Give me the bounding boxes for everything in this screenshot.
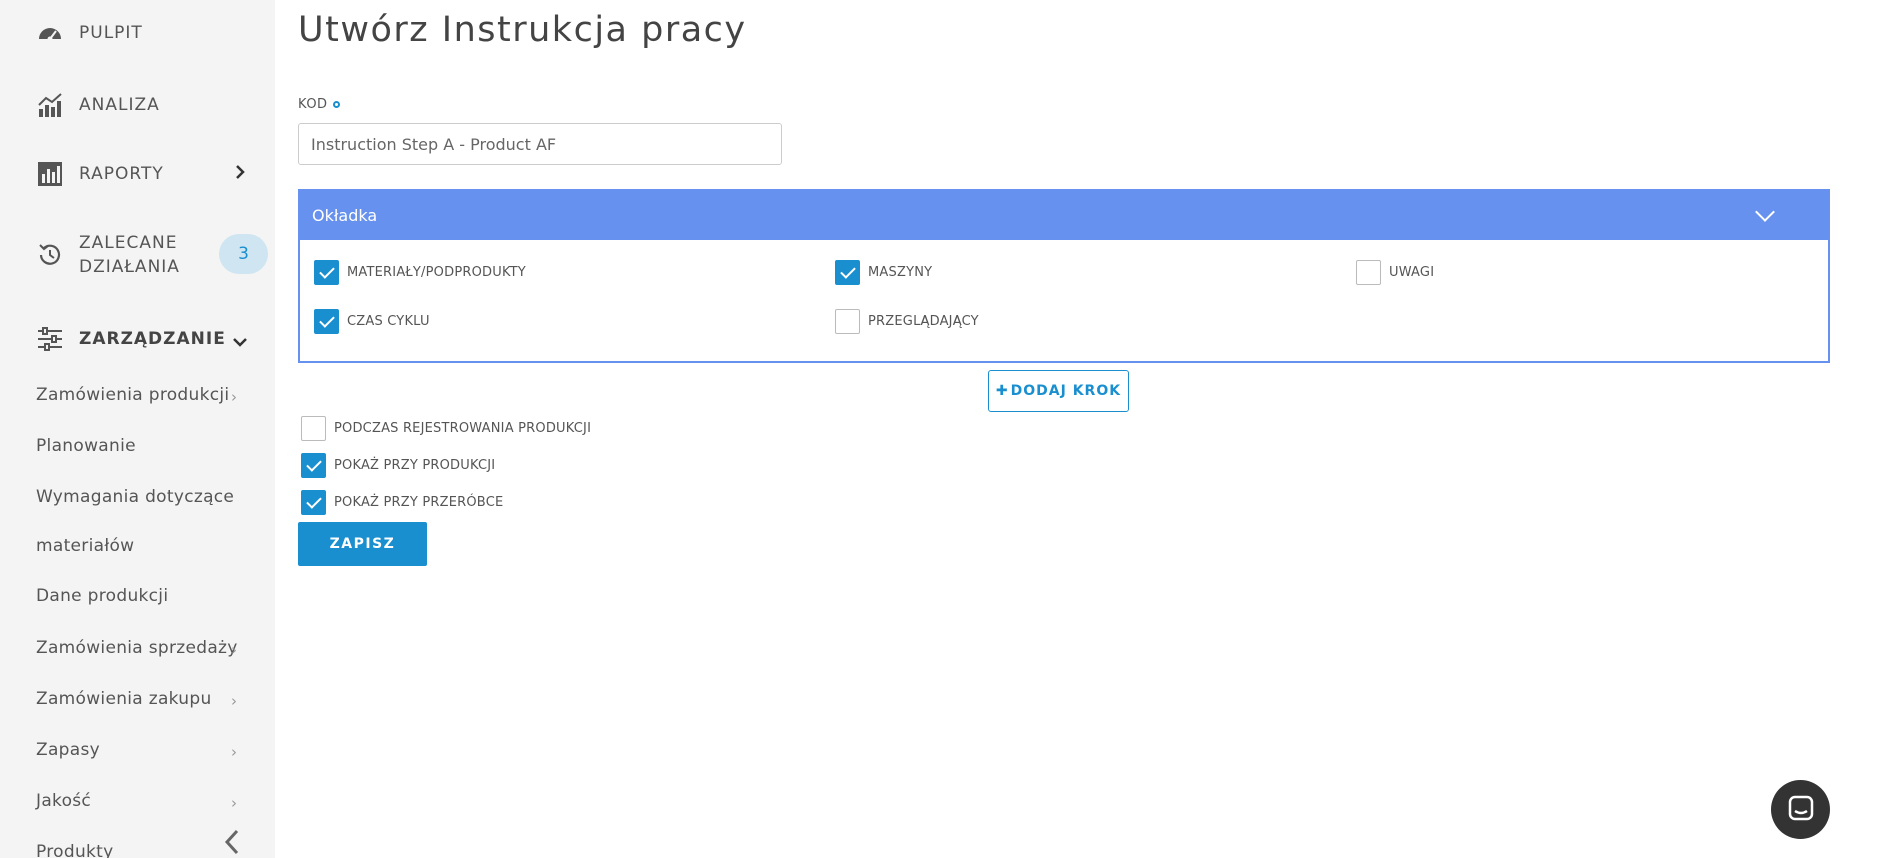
checkbox-notes[interactable]: UWAGI <box>1356 260 1434 285</box>
chat-launcher-button[interactable] <box>1771 780 1830 839</box>
checkbox-label: MATERIAŁY/PODPRODUKTY <box>347 265 526 280</box>
sidebar-item-sales-orders[interactable]: Zamówienia sprzedaży <box>36 638 238 658</box>
recommended-count-badge: 3 <box>219 234 268 274</box>
nav-analysis-label: ANALIZA <box>79 95 160 115</box>
checkbox-materials[interactable]: MATERIAŁY/PODPRODUKTY <box>314 260 526 285</box>
nav-reports-label: RAPORTY <box>79 164 164 184</box>
checkbox-reviewers[interactable]: PRZEGLĄDAJĄCY <box>835 309 979 334</box>
required-indicator-icon <box>332 101 340 108</box>
checkbox-label: MASZYNY <box>868 265 933 280</box>
nav-management[interactable]: ZARZĄDZANIE <box>36 325 226 353</box>
save-button[interactable]: ZAPISZ <box>298 522 427 566</box>
sidebar-item-purchase-orders[interactable]: Zamówienia zakupu <box>36 689 212 709</box>
nav-recommended-actions[interactable]: ZALECANE DZIAŁANIA <box>36 231 180 279</box>
checkbox-box[interactable] <box>314 309 339 334</box>
checkbox-cycle-time[interactable]: CZAS CYKLU <box>314 309 430 334</box>
checkbox-machines[interactable]: MASZYNY <box>835 260 932 285</box>
kod-input[interactable] <box>298 123 782 165</box>
sidebar-item-inventory[interactable]: Zapasy <box>36 740 100 760</box>
checkbox-box[interactable] <box>835 260 860 285</box>
nav-reports[interactable]: RAPORTY <box>36 160 164 188</box>
analytics-chart-icon <box>36 91 64 119</box>
report-icon <box>36 160 64 188</box>
sidebar-item-material-requirements-cont[interactable]: materiałów <box>36 536 134 556</box>
cover-panel: Okładka <box>298 189 1830 363</box>
sidebar-item-quality[interactable]: Jakość <box>36 791 91 811</box>
chevron-right-icon[interactable]: › <box>231 692 237 710</box>
nav-dashboard[interactable]: PULPIT <box>36 19 143 47</box>
kod-label: KOD <box>298 97 340 112</box>
sidebar-item-products[interactable]: Produkty <box>36 842 114 858</box>
chevron-right-icon[interactable] <box>234 164 246 185</box>
page-title: Utwórz Instrukcja pracy <box>298 10 747 50</box>
chevron-right-icon[interactable]: › <box>231 388 237 406</box>
add-step-button[interactable]: ✚ DODAJ KROK <box>988 370 1129 412</box>
nav-dashboard-label: PULPIT <box>79 23 143 43</box>
nav-analysis[interactable]: ANALIZA <box>36 91 160 119</box>
sidebar-item-production-orders[interactable]: Zamówienia produkcji <box>36 385 229 405</box>
checkbox-box[interactable] <box>314 260 339 285</box>
sidebar-item-production-data[interactable]: Dane produkcji <box>36 586 168 606</box>
chevron-right-icon[interactable]: › <box>231 641 237 659</box>
history-icon <box>36 241 64 269</box>
checkbox-box[interactable] <box>1356 260 1381 285</box>
nav-recommended-label-line1: ZALECANE <box>79 233 178 253</box>
collapse-sidebar-icon[interactable] <box>224 828 240 858</box>
sidebar: PULPIT ANALIZA RAPORTY ZALECANE DZIAŁANI… <box>0 0 275 858</box>
checkbox-show-in-rework[interactable]: POKAŻ PRZY PRZERÓBCE <box>301 490 503 515</box>
cover-panel-header[interactable]: Okładka <box>300 191 1828 240</box>
checkbox-label: UWAGI <box>1389 265 1435 280</box>
checkbox-label: CZAS CYKLU <box>347 314 430 329</box>
chat-icon <box>1787 794 1815 826</box>
chevron-down-icon[interactable] <box>232 332 248 353</box>
sidebar-item-planning[interactable]: Planowanie <box>36 436 136 456</box>
speedometer-icon <box>36 19 64 47</box>
sidebar-item-material-requirements[interactable]: Wymagania dotyczące <box>36 487 234 507</box>
checkbox-label: PODCZAS REJESTROWANIA PRODUKCJI <box>334 421 592 436</box>
checkbox-box[interactable] <box>301 453 326 478</box>
cover-panel-title: Okładka <box>312 206 378 225</box>
nav-management-label: ZARZĄDZANIE <box>79 329 226 349</box>
chevron-right-icon[interactable]: › <box>231 794 237 812</box>
checkbox-box[interactable] <box>301 490 326 515</box>
plus-icon: ✚ <box>995 383 1009 399</box>
checkbox-label: POKAŻ PRZY PRZERÓBCE <box>334 495 504 510</box>
add-step-label: DODAJ KROK <box>1010 383 1122 399</box>
nav-recommended-label-line2: DZIAŁANIA <box>79 257 180 277</box>
checkbox-show-in-production[interactable]: POKAŻ PRZY PRODUKCJI <box>301 453 495 478</box>
sliders-icon <box>36 325 64 353</box>
checkbox-box[interactable] <box>301 416 326 441</box>
kod-label-text: KOD <box>298 97 328 112</box>
checkbox-label: PRZEGLĄDAJĄCY <box>868 314 979 329</box>
checkbox-label: POKAŻ PRZY PRODUKCJI <box>334 458 496 473</box>
chevron-right-icon[interactable]: › <box>231 743 237 761</box>
chevron-down-icon[interactable] <box>1755 201 1775 222</box>
checkbox-during-registration[interactable]: PODCZAS REJESTROWANIA PRODUKCJI <box>301 416 591 441</box>
checkbox-box[interactable] <box>835 309 860 334</box>
